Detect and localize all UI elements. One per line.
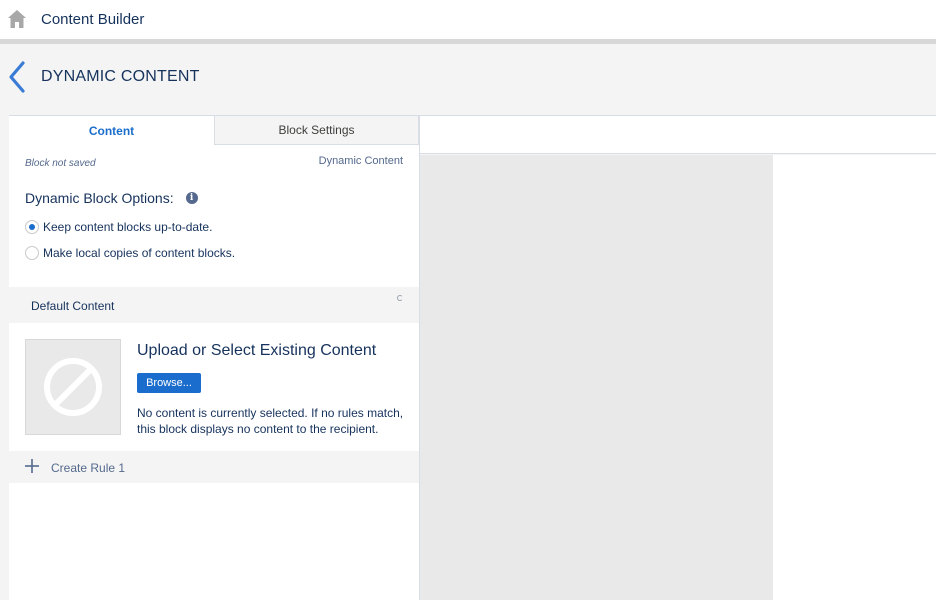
app-title: Content Builder: [41, 11, 145, 28]
preview-toolbar: [420, 115, 936, 154]
preview-canvas: [420, 155, 773, 600]
default-content-label: Default Content: [31, 299, 115, 313]
radio-button[interactable]: [25, 220, 39, 234]
default-content-section[interactable]: Default Content: [9, 287, 419, 323]
status-row: Block not saved Dynamic Content: [9, 153, 419, 171]
preview-margin: [773, 155, 936, 600]
options-title-text: Dynamic Block Options:: [25, 190, 174, 206]
radio-keep-up-to-date[interactable]: Keep content blocks up-to-date.: [25, 220, 212, 234]
content-thumbnail: [25, 339, 121, 435]
top-bar: Content Builder: [0, 0, 936, 39]
options-title: Dynamic Block Options: i: [25, 190, 198, 206]
save-status: Block not saved: [25, 158, 96, 169]
radio-local-copies[interactable]: Make local copies of content blocks.: [25, 246, 235, 260]
page-title: DYNAMIC CONTENT: [41, 68, 200, 85]
editor-panel: Content Block Settings Block not saved D…: [9, 115, 420, 600]
page-header: DYNAMIC CONTENT: [0, 44, 936, 114]
create-rule-label: Create Rule 1: [51, 461, 126, 475]
create-rule-button[interactable]: Create Rule 1: [9, 451, 419, 483]
plus-icon: [25, 459, 39, 473]
home-icon[interactable]: [6, 8, 28, 30]
content-selector: Upload or Select Existing Content Browse…: [9, 323, 419, 451]
block-type-label: Dynamic Content: [318, 155, 403, 167]
tab-block-settings[interactable]: Block Settings: [214, 115, 419, 145]
radio-button[interactable]: [25, 246, 39, 260]
upload-title: Upload or Select Existing Content: [137, 342, 377, 359]
loading-spinner-icon: [397, 295, 403, 301]
no-content-icon: [44, 358, 102, 416]
tab-content[interactable]: Content: [9, 115, 214, 145]
info-icon[interactable]: i: [185, 192, 198, 204]
radio-label: Make local copies of content blocks.: [43, 246, 236, 260]
no-content-note: No content is currently selected. If no …: [137, 406, 404, 436]
radio-label: Keep content blocks up-to-date.: [43, 220, 213, 234]
browse-button[interactable]: Browse...: [137, 373, 201, 393]
tab-bar: Content Block Settings: [9, 115, 419, 145]
chevron-left-icon[interactable]: [6, 60, 28, 94]
